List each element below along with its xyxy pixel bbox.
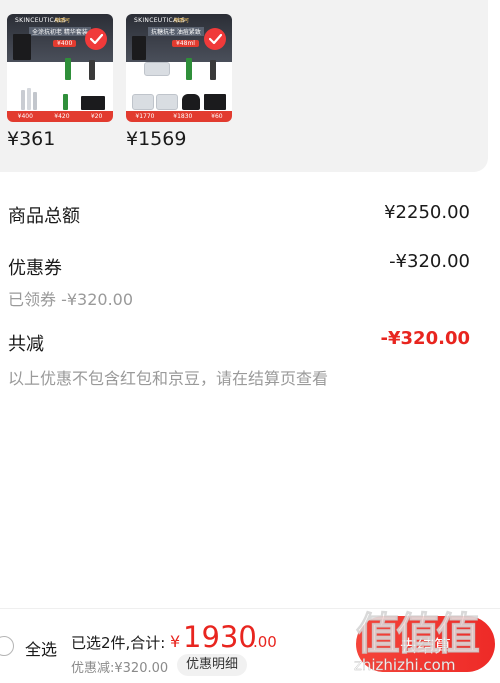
thumbnail-price-strip: ¥400 ¥420 ¥20 [7, 111, 113, 122]
product-box-image [13, 34, 31, 60]
strip-price: ¥400 [17, 113, 33, 120]
product-jar-image [144, 62, 170, 76]
coupon-value[interactable]: -¥320.00 [389, 251, 470, 272]
product-bottle-image [63, 94, 68, 110]
discount-summary: 优惠减:¥320.00 [71, 661, 169, 676]
product-box-image [204, 94, 226, 110]
thumbnail-price-strip: ¥1770 ¥1830 ¥60 [126, 111, 232, 122]
subtotal-value: ¥2250.00 [384, 202, 470, 223]
product-box-image [132, 36, 146, 60]
subtotal-label: 商品总额 [8, 206, 80, 227]
coupon-label[interactable]: 优惠券 [8, 254, 62, 280]
product-bottle-image [65, 58, 71, 80]
total-currency: ¥ [170, 632, 181, 651]
selected-check-icon[interactable] [204, 28, 226, 50]
thumbnail-tag: 修丽可 [174, 18, 190, 24]
product-bottle-image [186, 58, 192, 80]
product-bottle-image [210, 60, 216, 80]
discount-note: 以上优惠不包含红包和京豆，请在结算页查看 [8, 369, 329, 388]
product-card: SKINCEUTICALS 修丽可 全涂抗初老 精华套装 ¥400 ¥400 ¥… [0, 0, 488, 172]
product-bag-image [182, 94, 200, 110]
product-bottle-image [21, 90, 25, 110]
thumbnail-chip: ¥400 [53, 40, 77, 47]
strip-price: ¥1770 [135, 113, 155, 120]
checkout-bar: 全选 已选2件,合计: ¥ 1930 .00 优惠减:¥320.00 优惠明细 … [0, 608, 500, 683]
selected-count-text: 已选2件,合计: [71, 634, 166, 652]
product-thumbnail-2[interactable]: SKINCEUTICALS 修丽可 抗糖抗老 油痘紧致 ¥48ml ¥1770 … [126, 14, 232, 122]
product-bottle-image [27, 88, 31, 110]
total-discount-label: 共减 [8, 334, 44, 355]
product-price-2: ¥1569 [126, 128, 187, 150]
product-box-image [81, 96, 105, 110]
strip-price: ¥60 [211, 113, 223, 120]
product-jar-image [132, 94, 154, 110]
total-discount-value: -¥320.00 [380, 328, 470, 349]
product-bottle-image [33, 92, 37, 110]
strip-price: ¥1830 [173, 113, 193, 120]
select-all-radio[interactable] [0, 636, 14, 656]
thumbnail-promo: 全涂抗初老 精华套装 [29, 27, 91, 36]
strip-price: ¥420 [54, 113, 70, 120]
coupon-claimed-text: 已领券 -¥320.00 [8, 290, 134, 309]
product-thumbnail-1[interactable]: SKINCEUTICALS 修丽可 全涂抗初老 精华套装 ¥400 ¥400 ¥… [7, 14, 113, 122]
total-amount: 1930 [183, 620, 257, 654]
select-all-label[interactable]: 全选 [25, 636, 57, 660]
checkout-button[interactable]: 去结算 [356, 616, 495, 672]
checkout-label: 去结算 [400, 636, 451, 657]
divider [0, 608, 500, 609]
thumbnail-tag: 修丽可 [55, 18, 71, 24]
product-jar-image [156, 94, 178, 110]
thumbnail-promo: 抗糖抗老 油痘紧致 [148, 27, 204, 36]
discount-detail-button[interactable]: 优惠明细 [177, 654, 248, 676]
thumbnail-chip: ¥48ml [172, 40, 199, 47]
selected-check-icon[interactable] [85, 28, 107, 50]
product-price-1: ¥361 [7, 128, 56, 150]
strip-price: ¥20 [90, 113, 103, 120]
total-amount-decimal: .00 [253, 633, 277, 651]
product-bottle-image [89, 60, 95, 80]
